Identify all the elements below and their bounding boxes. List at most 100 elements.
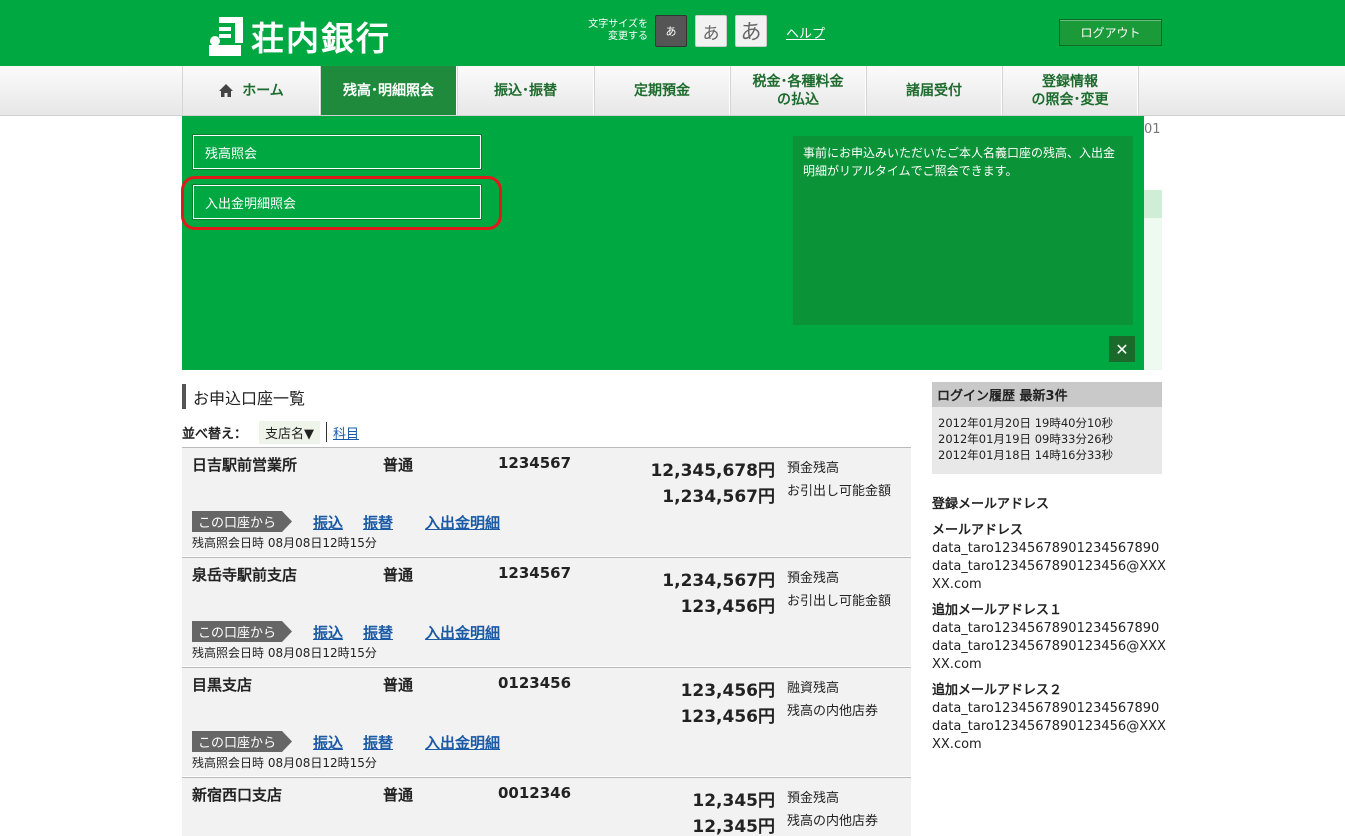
account-type: 普通: [383, 566, 414, 584]
nav-notices[interactable]: 諸届受付: [867, 66, 1002, 115]
account-type: 普通: [383, 456, 414, 474]
nav-home-label: ホーム: [242, 82, 284, 99]
account-amount-2-label: お引出し可能金額: [787, 484, 892, 499]
font-size-large-button[interactable]: あ: [735, 15, 767, 47]
accounts-title: お申込口座一覧: [182, 384, 305, 409]
statement-link[interactable]: 入出金明細: [425, 622, 500, 643]
login-history-title: ログイン履歴 最新3件: [932, 382, 1162, 407]
home-icon: [218, 83, 234, 98]
sort-by-subject[interactable]: 科目: [333, 423, 359, 442]
account-amount-1-label: 預金残高: [787, 571, 840, 586]
from-account-tag: この口座から: [192, 511, 292, 532]
account-branch: 泉岳寺駅前支店: [192, 566, 298, 584]
account-row: 泉岳寺駅前支店 普通 1234567 1,234,567円 預金残高 123,4…: [182, 557, 911, 666]
login-history: ログイン履歴 最新3件 2012年01月20日 19時40分10秒 2012年0…: [932, 382, 1162, 474]
transfer-link[interactable]: 振込: [313, 512, 343, 533]
internal-transfer-link[interactable]: 振替: [363, 732, 393, 753]
sort-row: 並べ替え： 支店名▼ 科目: [182, 420, 359, 444]
mail-section-title: 登録メールアドレス: [932, 497, 1050, 512]
account-branch: 日吉駅前営業所: [192, 456, 298, 474]
login-history-entry: 2012年01月19日 09時33分26秒: [938, 432, 1114, 446]
mail-value: data_taro12345678901234567890data_taro12…: [932, 621, 1166, 672]
close-icon[interactable]: ✕: [1109, 336, 1135, 362]
logout-button[interactable]: ログアウト: [1059, 19, 1162, 46]
account-number: 0012346: [498, 784, 572, 802]
sort-by-branch[interactable]: 支店名▼: [259, 420, 321, 444]
mail-label: 追加メールアドレス１: [932, 603, 1063, 618]
mail-label: メールアドレス: [932, 523, 1024, 538]
balance-inquiry-date: 残高照会日時 08月08日12時15分: [192, 646, 377, 660]
account-amount-1-label: 預金残高: [787, 791, 840, 806]
balance-dropdown-panel: 残高照会 入出金明細照会 事前にお申込みいただいたご本人名義口座の残高、入出金明…: [182, 116, 1144, 370]
internal-transfer-link[interactable]: 振替: [363, 512, 393, 533]
account-number: 1234567: [498, 454, 572, 472]
login-history-entry: 2012年01月18日 14時16分33秒: [938, 448, 1114, 462]
balance-inquiry-date: 残高照会日時 08月08日12時15分: [192, 536, 377, 550]
account-amount-1: 12,345円: [692, 791, 775, 811]
account-amount-2-label: 残高の内他店券: [787, 814, 879, 829]
account-branch: 目黒支店: [192, 676, 253, 694]
global-nav: ホーム 残高･明細照会 振込･振替 定期預金 税金･各種料金 の払込 諸届受付 …: [0, 66, 1345, 116]
font-size-label: 文字サイズを 変更する: [578, 19, 648, 43]
account-type: 普通: [383, 676, 414, 694]
highlight-ring: [181, 176, 502, 230]
registered-mail: 登録メールアドレス メールアドレス data_taro1234567890123…: [932, 493, 1167, 762]
nav-tax-line2: の払込: [777, 91, 819, 108]
transfer-link[interactable]: 振込: [313, 732, 343, 753]
background-bar: [1144, 190, 1162, 218]
statement-link[interactable]: 入出金明細: [425, 732, 500, 753]
statement-link[interactable]: 入出金明細: [425, 512, 500, 533]
font-size-label-line1: 文字サイズを: [588, 19, 648, 30]
nav-tax-payment[interactable]: 税金･各種料金 の払込: [731, 66, 866, 115]
nav-reg-line1: 登録情報: [1042, 73, 1098, 90]
internal-transfer-link[interactable]: 振替: [363, 622, 393, 643]
help-link[interactable]: ヘルプ: [786, 23, 825, 42]
from-account-tag: この口座から: [192, 731, 292, 752]
sort-divider: [326, 422, 328, 442]
account-amount-1: 12,345,678円: [650, 461, 775, 481]
account-amount-2-label: お引出し可能金額: [787, 594, 892, 609]
transfer-link[interactable]: 振込: [313, 622, 343, 643]
nav-transfer[interactable]: 振込･振替: [458, 66, 594, 115]
font-size-label-line2: 変更する: [608, 31, 648, 42]
bank-logo[interactable]: 荘内銀行: [205, 12, 391, 60]
bank-name: 荘内銀行: [251, 19, 391, 58]
sort-label: 並べ替え：: [182, 426, 248, 442]
account-row: 日吉駅前営業所 普通 1234567 12,345,678円 預金残高 1,23…: [182, 447, 911, 556]
site-header: 荘内銀行 文字サイズを 変更する あ あ あ ヘルプ ログアウト: [0, 0, 1345, 66]
bank-logo-icon: [205, 15, 245, 57]
background-area: [1144, 218, 1162, 370]
account-amount-2: 123,456円: [680, 597, 775, 617]
font-size-medium-button[interactable]: あ: [695, 15, 727, 47]
background-text: 01: [1144, 122, 1161, 137]
balance-inquiry-button[interactable]: 残高照会: [193, 135, 481, 169]
nav-registration[interactable]: 登録情報 の照会･変更: [1003, 66, 1138, 115]
mail-value: data_taro12345678901234567890data_taro12…: [932, 701, 1166, 752]
account-row: 目黒支店 普通 0123456 123,456円 融資残高 123,456円 残…: [182, 667, 911, 776]
account-row: 新宿西口支店 普通 0012346 12,345円 預金残高 12,345円 残…: [182, 777, 911, 836]
login-history-entry: 2012年01月20日 19時40分10秒: [938, 416, 1114, 430]
nav-home[interactable]: ホーム: [182, 66, 320, 115]
account-amount-1: 1,234,567円: [662, 571, 775, 591]
nav-time-deposit[interactable]: 定期預金: [595, 66, 730, 115]
account-amount-1-label: 預金残高: [787, 461, 840, 476]
from-account-tag: この口座から: [192, 621, 292, 642]
account-branch: 新宿西口支店: [192, 786, 283, 804]
nav-reg-line2: の照会･変更: [1031, 91, 1109, 108]
account-number: 0123456: [498, 674, 572, 692]
font-size-small-button[interactable]: あ: [655, 15, 687, 47]
account-number: 1234567: [498, 564, 572, 582]
balance-inquiry-date: 残高照会日時 08月08日12時15分: [192, 756, 377, 770]
nav-tax-line1: 税金･各種料金: [752, 73, 844, 90]
account-amount-2: 12,345円: [692, 817, 775, 836]
account-amount-1-label: 融資残高: [787, 681, 840, 696]
dropdown-description: 事前にお申込みいただいたご本人名義口座の残高、入出金明細がリアルタイムでご照会で…: [793, 136, 1133, 325]
account-amount-2: 123,456円: [680, 707, 775, 727]
account-amount-1: 123,456円: [680, 681, 775, 701]
account-type: 普通: [383, 786, 414, 804]
nav-balance[interactable]: 残高･明細照会: [321, 66, 457, 115]
account-amount-2-label: 残高の内他店券: [787, 704, 879, 719]
mail-label: 追加メールアドレス２: [932, 683, 1063, 698]
mail-value: data_taro12345678901234567890data_taro12…: [932, 541, 1166, 592]
account-amount-2: 1,234,567円: [662, 487, 775, 507]
